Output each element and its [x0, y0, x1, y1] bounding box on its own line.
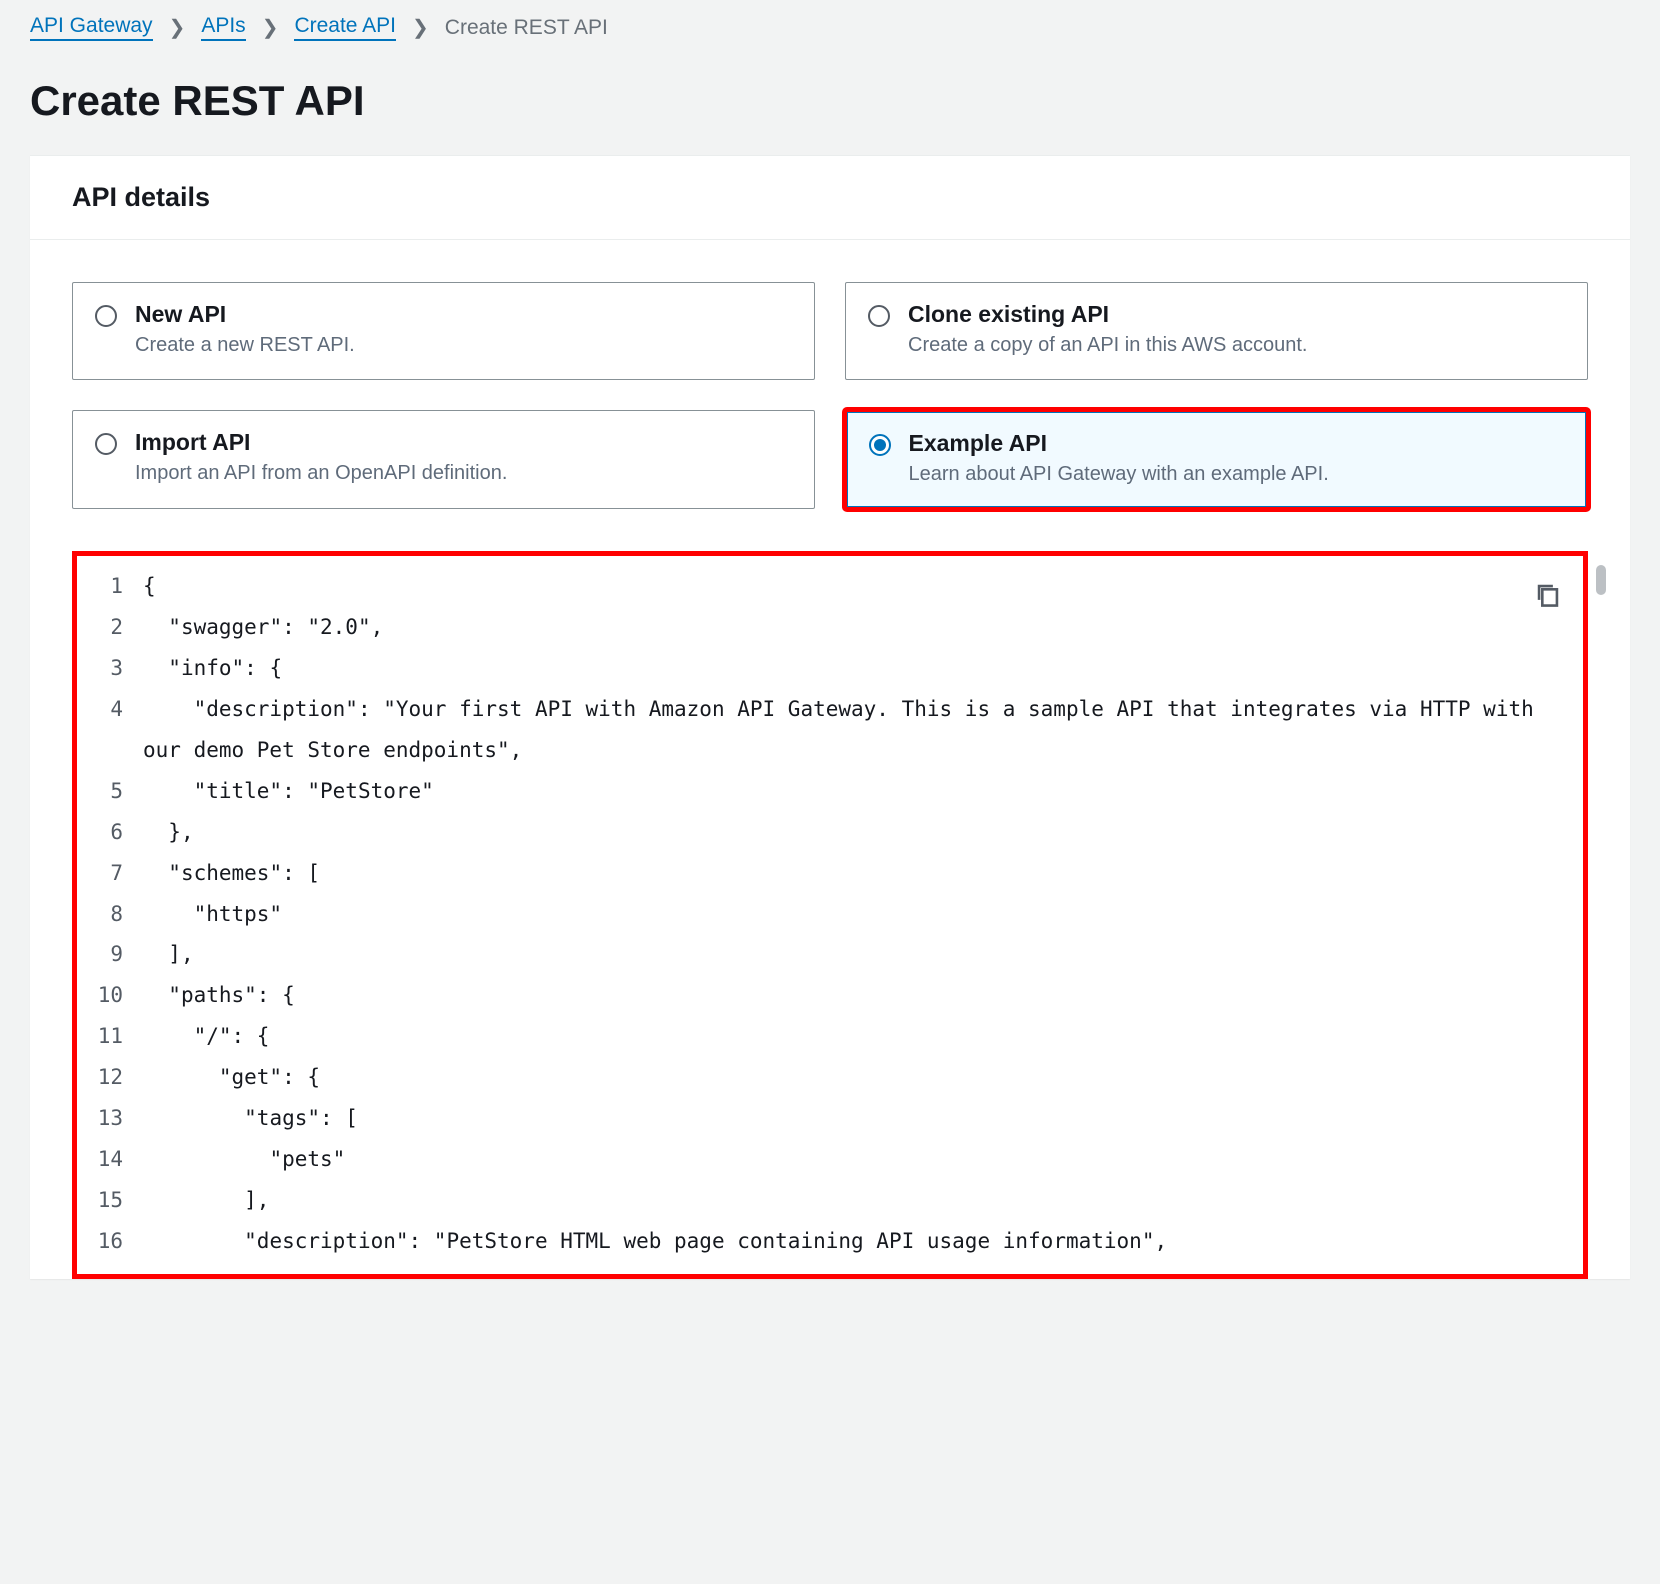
panel-header: API details: [30, 156, 1630, 240]
code-line: 7 "schemes": [: [89, 853, 1571, 894]
api-type-options: New API Create a new REST API. Clone exi…: [30, 240, 1630, 551]
panel-title: API details: [72, 182, 1588, 213]
code-line: 8 "https": [89, 894, 1571, 935]
option-desc: Import an API from an OpenAPI definition…: [135, 460, 507, 487]
code-line: 16 "description": "PetStore HTML web pag…: [89, 1221, 1571, 1262]
option-title: Import API: [135, 429, 507, 456]
code-line: 6 },: [89, 812, 1571, 853]
option-desc: Create a copy of an API in this AWS acco…: [908, 332, 1307, 359]
chevron-right-icon: ❯: [412, 15, 429, 40]
copy-button[interactable]: [1531, 578, 1565, 612]
radio-icon: [95, 305, 117, 327]
line-number: 3: [89, 648, 143, 689]
code-line: 11 "/": {: [89, 1016, 1571, 1057]
breadcrumb-current: Create REST API: [445, 16, 608, 40]
code-line: 10 "paths": {: [89, 975, 1571, 1016]
line-number: 13: [89, 1098, 143, 1139]
line-number: 7: [89, 853, 143, 894]
line-number: 12: [89, 1057, 143, 1098]
line-number: 11: [89, 1016, 143, 1057]
option-new-api[interactable]: New API Create a new REST API.: [72, 282, 815, 380]
copy-icon: [1535, 582, 1561, 608]
option-desc: Learn about API Gateway with an example …: [909, 461, 1329, 488]
option-import-api[interactable]: Import API Import an API from an OpenAPI…: [72, 410, 815, 509]
code-line: 9 ],: [89, 934, 1571, 975]
breadcrumb-create-api[interactable]: Create API: [294, 14, 396, 41]
line-content: "title": "PetStore": [143, 771, 1571, 812]
code-editor[interactable]: 1{2 "swagger": "2.0",3 "info": {4 "descr…: [72, 551, 1588, 1279]
line-number: 15: [89, 1180, 143, 1221]
radio-icon: [869, 434, 891, 456]
scrollbar-thumb[interactable]: [1596, 565, 1606, 595]
line-content: {: [143, 566, 1571, 607]
option-clone-api[interactable]: Clone existing API Create a copy of an A…: [845, 282, 1588, 380]
line-number: 16: [89, 1221, 143, 1262]
breadcrumb: API Gateway ❯ APIs ❯ Create API ❯ Create…: [0, 0, 1660, 51]
line-content: "tags": [: [143, 1098, 1571, 1139]
line-content: ],: [143, 1180, 1571, 1221]
option-example-api[interactable]: Example API Learn about API Gateway with…: [845, 410, 1588, 509]
code-line: 15 ],: [89, 1180, 1571, 1221]
option-title: Clone existing API: [908, 301, 1307, 328]
code-line: 13 "tags": [: [89, 1098, 1571, 1139]
chevron-right-icon: ❯: [169, 15, 186, 40]
line-content: "swagger": "2.0",: [143, 607, 1571, 648]
line-content: "description": "Your first API with Amaz…: [143, 689, 1571, 771]
radio-icon: [868, 305, 890, 327]
line-number: 5: [89, 771, 143, 812]
option-title: New API: [135, 301, 355, 328]
line-number: 6: [89, 812, 143, 853]
chevron-right-icon: ❯: [262, 15, 279, 40]
line-content: "schemes": [: [143, 853, 1571, 894]
code-line: 3 "info": {: [89, 648, 1571, 689]
line-content: "pets": [143, 1139, 1571, 1180]
line-content: ],: [143, 934, 1571, 975]
line-number: 8: [89, 894, 143, 935]
line-content: "info": {: [143, 648, 1571, 689]
option-desc: Create a new REST API.: [135, 332, 355, 359]
code-line: 4 "description": "Your first API with Am…: [89, 689, 1571, 771]
breadcrumb-apis[interactable]: APIs: [201, 14, 245, 41]
line-number: 14: [89, 1139, 143, 1180]
page-title: Create REST API: [0, 51, 1660, 155]
line-content: },: [143, 812, 1571, 853]
option-title: Example API: [909, 430, 1329, 457]
code-line: 12 "get": {: [89, 1057, 1571, 1098]
api-details-panel: API details New API Create a new REST AP…: [30, 155, 1630, 1279]
line-content: "/": {: [143, 1016, 1571, 1057]
code-line: 1{: [89, 566, 1571, 607]
line-number: 4: [89, 689, 143, 730]
line-number: 9: [89, 934, 143, 975]
breadcrumb-api-gateway[interactable]: API Gateway: [30, 14, 153, 41]
code-content: 1{2 "swagger": "2.0",3 "info": {4 "descr…: [89, 566, 1571, 1262]
line-content: "https": [143, 894, 1571, 935]
code-line: 5 "title": "PetStore": [89, 771, 1571, 812]
line-content: "get": {: [143, 1057, 1571, 1098]
code-line: 2 "swagger": "2.0",: [89, 607, 1571, 648]
code-line: 14 "pets": [89, 1139, 1571, 1180]
line-number: 10: [89, 975, 143, 1016]
radio-icon: [95, 433, 117, 455]
line-number: 2: [89, 607, 143, 648]
line-number: 1: [89, 566, 143, 607]
line-content: "paths": {: [143, 975, 1571, 1016]
line-content: "description": "PetStore HTML web page c…: [143, 1221, 1571, 1262]
